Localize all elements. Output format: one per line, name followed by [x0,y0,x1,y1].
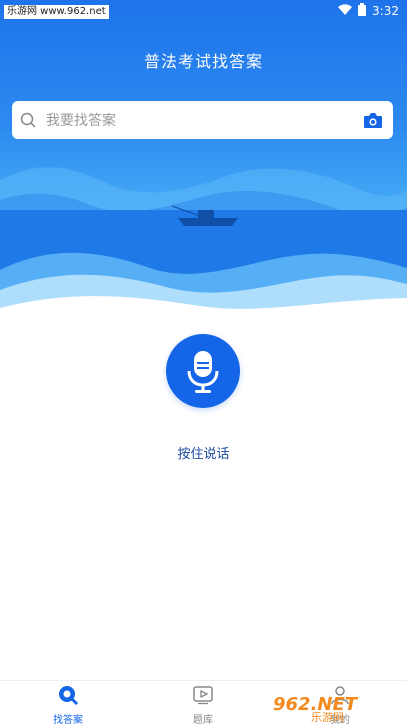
962-watermark-logo: 962.NET 乐游网 [273,694,359,722]
search-icon [20,112,36,128]
status-bar: 乐游网 www.962.net 3:32 [0,0,407,24]
wifi-icon [338,3,353,19]
search-bar[interactable] [12,101,393,139]
play-box-icon [193,686,213,705]
bottom-nav: 找答案 题库 我的 962.NET 乐游网 [0,680,407,726]
camera-icon[interactable] [363,111,383,129]
tab-find-answer[interactable]: 找答案 [18,685,118,726]
search-icon [59,686,79,706]
tab-label: 题库 [193,715,213,726]
voice-input-button[interactable] [166,334,240,408]
search-input[interactable] [44,109,348,133]
hold-to-talk-label: 按住说话 [177,447,230,462]
page-title: 普法考试找答案 [143,52,263,71]
tab-label: 找答案 [53,715,83,726]
tab-question-bank[interactable]: 题库 [153,685,253,726]
battery-icon [358,3,367,19]
status-time: 3:32 [372,4,399,18]
sea-scene-illustration [0,167,407,320]
watermark-text: 乐游网 www.962.net [4,5,109,19]
watermark-small-text: 乐游网 [311,711,344,722]
hero-banner: 乐游网 www.962.net 3:32 普法考试找答案 [0,0,407,320]
microphone-icon [187,351,219,393]
